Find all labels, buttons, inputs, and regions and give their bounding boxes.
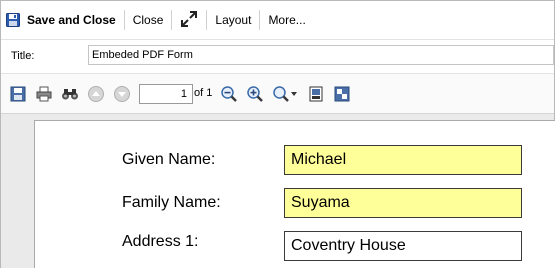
zoom-in-icon[interactable] <box>246 85 264 103</box>
save-and-close-button[interactable]: Save and Close <box>1 8 122 32</box>
document-viewport[interactable]: Given Name: Michael Family Name: Suyama … <box>1 113 555 268</box>
chevron-down-icon[interactable] <box>290 85 298 103</box>
two-page-icon[interactable] <box>333 85 351 103</box>
page-down-icon[interactable] <box>113 85 131 103</box>
pdf-page: Given Name: Michael Family Name: Suyama … <box>34 120 555 268</box>
more-label: More... <box>268 13 306 27</box>
page-number-input[interactable] <box>139 84 193 104</box>
family-name-field[interactable]: Suyama <box>284 188 522 218</box>
toolbar-separator <box>123 10 125 30</box>
close-button[interactable]: Close <box>127 8 170 32</box>
address-1-field[interactable]: Coventry House <box>284 231 522 261</box>
page-count-label: of 1 <box>194 87 213 99</box>
page-up-icon[interactable] <box>87 85 105 103</box>
toolbar-separator <box>206 10 208 30</box>
window-frame: Save and Close Close Layout More... Titl… <box>0 0 555 268</box>
family-name-label: Family Name: <box>122 194 221 211</box>
save-pdf-icon[interactable] <box>9 85 27 103</box>
title-label: Title: <box>11 50 35 62</box>
title-input[interactable] <box>88 45 554 65</box>
zoom-out-icon[interactable] <box>220 85 238 103</box>
binoculars-icon[interactable] <box>61 85 79 103</box>
more-button[interactable]: More... <box>262 8 311 32</box>
title-row: Title: <box>1 39 554 71</box>
layout-label: Layout <box>215 13 252 27</box>
layout-button[interactable]: Layout <box>209 8 257 32</box>
toolbar-separator <box>171 10 173 30</box>
given-name-label: Given Name: <box>122 151 216 168</box>
expand-arrows-icon <box>180 10 198 31</box>
given-name-field[interactable]: Michael <box>284 145 522 175</box>
main-toolbar: Save and Close Close Layout More... <box>1 1 554 39</box>
address-1-label: Address 1: <box>122 233 199 250</box>
pdf-toolbar: of 1 <box>1 73 554 113</box>
maximize-button[interactable] <box>174 8 204 32</box>
zoom-dropdown-icon[interactable] <box>272 85 290 103</box>
toolbar-separator <box>259 10 261 30</box>
close-label: Close <box>132 13 164 27</box>
single-page-icon[interactable] <box>307 85 325 103</box>
floppy-disk-icon <box>6 13 20 27</box>
print-icon[interactable] <box>35 85 53 103</box>
save-and-close-label: Save and Close <box>27 13 116 27</box>
